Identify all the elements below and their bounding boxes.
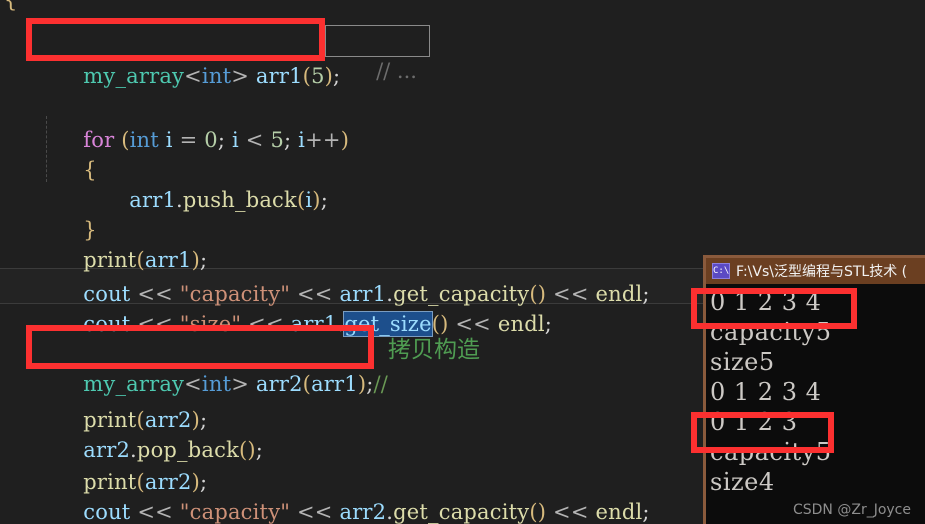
comment-box-ellipsis: // ... (325, 25, 430, 83)
console-window[interactable]: C:\ F:\Vs\泛型编程与STL技术 ( 0 1 2 3 4 capacit… (703, 255, 925, 524)
token-paren: ( (302, 64, 312, 88)
annotation-copy-constructor: 拷贝构造 (388, 337, 480, 363)
console-app-icon: C:\ (712, 263, 730, 279)
screenshot-root: { my_array<int> arr1(5); // ... for (int… (0, 0, 925, 524)
stray-brace-glyph: { (4, 0, 18, 12)
token-type-my-array: my_array (83, 64, 185, 88)
console-line: size4 (710, 468, 775, 496)
console-line: 0 1 2 3 (710, 408, 798, 436)
token-paren: ) (324, 64, 334, 88)
console-titlebar[interactable]: C:\ F:\Vs\泛型编程与STL技术 ( (706, 258, 925, 284)
token-keyword-int: int (201, 64, 232, 88)
console-title-text: F:\Vs\泛型编程与STL技术 ( (736, 264, 908, 280)
console-output: 0 1 2 3 4 capacity5 size5 0 1 2 3 4 0 1 … (706, 284, 925, 524)
console-line: capacity5 (710, 438, 832, 466)
comment-box-text: // ... (376, 59, 417, 83)
console-line: 0 1 2 3 4 (710, 288, 822, 316)
token-number-5: 5 (311, 64, 325, 88)
console-line: capacity5 (710, 318, 832, 346)
code-line-declare-arr1[interactable]: my_array<int> arr1(5); (0, 22, 925, 88)
token-var-arr1: arr1 (255, 64, 303, 88)
console-line: 0 1 2 3 4 (710, 378, 822, 406)
console-line: size5 (710, 348, 775, 376)
csdn-watermark: CSDN @Zr_Joyce (792, 502, 911, 518)
token-angle-open: < (184, 64, 202, 88)
code-line-print-arr1[interactable]: print(arr1); (0, 206, 925, 272)
token-angle-close: > (231, 64, 249, 88)
